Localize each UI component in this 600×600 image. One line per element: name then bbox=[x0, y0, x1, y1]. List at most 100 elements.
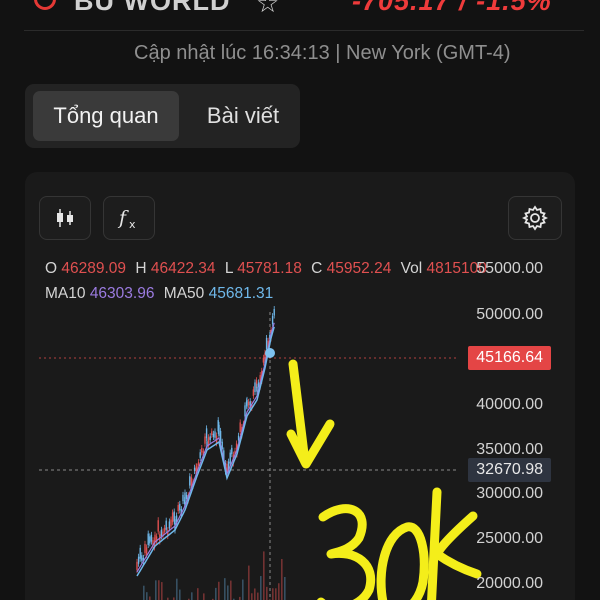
volume-bar bbox=[278, 583, 280, 600]
function-icon: f x bbox=[117, 207, 136, 231]
candle-body bbox=[179, 503, 181, 511]
candle-body bbox=[247, 401, 250, 406]
volume-bar bbox=[149, 596, 151, 600]
low-value: 45781.18 bbox=[237, 260, 302, 277]
volume-bar bbox=[218, 581, 220, 600]
volume-bar bbox=[266, 586, 268, 600]
gear-icon bbox=[522, 205, 548, 231]
tab-overview[interactable]: Tổng quan bbox=[33, 91, 179, 141]
header-divider bbox=[24, 30, 584, 31]
low-label: L bbox=[224, 260, 233, 277]
crosshair-point bbox=[265, 348, 275, 358]
candle-body bbox=[147, 533, 149, 546]
candle-body bbox=[163, 527, 166, 532]
candle-body bbox=[201, 447, 203, 453]
ma10-value: 46303.96 bbox=[89, 285, 155, 302]
ohlc-readout: O 46289.09 H 46422.34 L 45781.18 C 45952… bbox=[45, 260, 492, 278]
candle-body bbox=[137, 556, 140, 564]
candlestick-button[interactable] bbox=[39, 196, 91, 240]
crosshair-price-tag[interactable]: 32670.98 bbox=[468, 458, 551, 482]
ma10-line bbox=[136, 322, 275, 573]
candle-body bbox=[209, 436, 211, 440]
candle-body bbox=[231, 447, 233, 455]
candle-body bbox=[271, 316, 274, 325]
candle-body bbox=[171, 512, 174, 523]
ma50-value: 45681.31 bbox=[208, 285, 274, 302]
status-dot-icon bbox=[34, 0, 56, 10]
candle-body bbox=[212, 433, 215, 437]
indicator-button[interactable]: f x bbox=[103, 196, 155, 240]
candlestick-icon bbox=[57, 209, 73, 227]
svg-text:x: x bbox=[129, 218, 136, 231]
volume-bar bbox=[161, 582, 163, 600]
candle-body bbox=[262, 357, 265, 363]
candle-body bbox=[211, 431, 213, 435]
volume-bars bbox=[143, 551, 286, 600]
ma50-label: MA50 bbox=[163, 285, 205, 302]
moving-average-readout: MA10 46303.96 MA50 45681.31 bbox=[45, 285, 273, 303]
candle-body bbox=[182, 494, 184, 502]
volume-bar bbox=[272, 588, 274, 600]
candle-body bbox=[144, 543, 146, 553]
volume-bar bbox=[284, 577, 286, 600]
candles bbox=[136, 306, 275, 573]
volume-bar bbox=[260, 576, 262, 600]
candle-body bbox=[165, 520, 167, 530]
axis-tick-label: 25000.00 bbox=[476, 530, 543, 547]
candle-body bbox=[244, 405, 246, 417]
volume-bar bbox=[230, 580, 232, 600]
last-updated-text: Cập nhật lúc 16:34:13 | New York (GMT-4) bbox=[134, 42, 511, 64]
current-price-tag: 45166.64 bbox=[468, 346, 551, 370]
candle-body bbox=[150, 534, 153, 542]
candle-body bbox=[218, 424, 220, 436]
volume-bar bbox=[203, 593, 205, 600]
favorite-star-icon[interactable]: ☆ bbox=[256, 0, 279, 19]
open-value: 46289.09 bbox=[61, 260, 127, 277]
volume-bar bbox=[197, 588, 199, 600]
volume-label: Vol bbox=[400, 260, 423, 277]
axis-tick-label: 55000.00 bbox=[476, 260, 543, 277]
candle-body bbox=[273, 309, 275, 316]
candle-body bbox=[214, 431, 216, 438]
axis-tick-label: 30000.00 bbox=[476, 485, 543, 502]
handwritten-k-stem bbox=[427, 487, 442, 600]
candle-body bbox=[149, 536, 151, 544]
volume-bar bbox=[191, 592, 193, 600]
axis-tick-label: 50000.00 bbox=[476, 306, 543, 323]
volume-bar bbox=[158, 580, 160, 600]
tab-bar: Tổng quan Bài viết bbox=[25, 84, 300, 148]
handwritten-0 bbox=[376, 522, 429, 600]
candle-body bbox=[229, 452, 231, 464]
volume-bar bbox=[275, 588, 277, 600]
high-value: 46422.34 bbox=[150, 260, 216, 277]
ma50-line bbox=[136, 326, 275, 577]
tab-articles[interactable]: Bài viết bbox=[193, 91, 293, 141]
high-label: H bbox=[135, 260, 147, 277]
candle-body bbox=[256, 386, 258, 392]
settings-button[interactable] bbox=[508, 196, 562, 240]
volume-bar bbox=[242, 579, 244, 600]
candle-body bbox=[193, 467, 196, 471]
volume-bar bbox=[257, 592, 259, 600]
handwritten-annotation bbox=[286, 359, 482, 600]
candle-body bbox=[136, 561, 138, 570]
axis-tick-label: 20000.00 bbox=[476, 575, 543, 592]
volume-bar bbox=[227, 585, 229, 600]
price-change: -705.17 / -1.5% bbox=[352, 0, 552, 16]
handwritten-k-arm bbox=[432, 511, 482, 579]
candle-body bbox=[145, 547, 148, 555]
candle-body bbox=[239, 422, 241, 433]
volume-bar bbox=[179, 589, 181, 600]
candle-body bbox=[168, 521, 171, 529]
volume-bar bbox=[215, 587, 217, 600]
candle-body bbox=[204, 436, 206, 444]
volume-bar bbox=[146, 592, 148, 600]
volume-bar bbox=[248, 565, 250, 600]
volume-bar bbox=[251, 593, 253, 600]
candle-body bbox=[184, 492, 186, 504]
volume-bar bbox=[263, 551, 265, 600]
candle-body bbox=[154, 534, 156, 541]
handwritten-3 bbox=[316, 504, 376, 600]
candle-body bbox=[252, 389, 255, 396]
volume-bar bbox=[281, 558, 283, 600]
